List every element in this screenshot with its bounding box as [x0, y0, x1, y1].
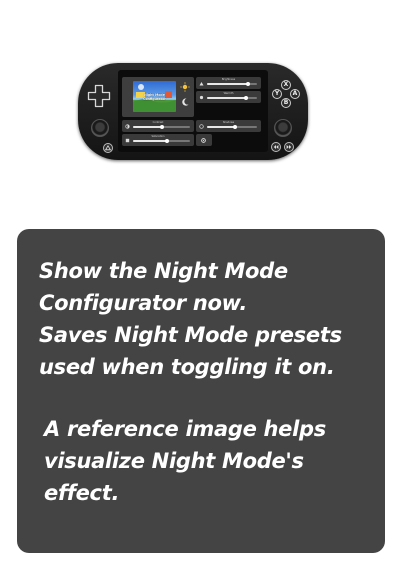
- reference-preview-image: Night Mode Configurator: [133, 81, 176, 112]
- settings-tile[interactable]: [196, 134, 212, 146]
- shadows-slider-fill: [207, 126, 235, 128]
- saturation-row[interactable]: Saturation: [122, 134, 194, 146]
- shadows-slider[interactable]: [207, 125, 257, 129]
- slider-knob[interactable]: [246, 82, 250, 86]
- brightness-icon: [199, 82, 204, 86]
- home-icon: [105, 145, 111, 151]
- y-button[interactable]: Y: [272, 89, 282, 99]
- contrast-slider[interactable]: [133, 125, 190, 129]
- preview-title: Night Mode Configurator: [143, 93, 166, 101]
- description-paragraph: Show the Night Mode Configurator now. Sa…: [39, 255, 375, 383]
- rewind-icon: [273, 145, 279, 149]
- saturation-slider-fill: [133, 140, 168, 142]
- reference-note-paragraph: A reference image helps visualize Night …: [44, 413, 374, 509]
- warmth-slider[interactable]: [207, 96, 257, 100]
- x-button[interactable]: X: [281, 80, 291, 90]
- note-line: effect.: [44, 481, 120, 505]
- slider-knob[interactable]: [232, 125, 237, 129]
- sun-icon[interactable]: [180, 82, 190, 92]
- contrast-label: Contrast: [152, 121, 164, 124]
- brightness-slider[interactable]: [207, 82, 257, 86]
- device-screen: Night Mode Configurator Brightness Warmt…: [118, 70, 268, 152]
- stage: Night Mode Configurator Brightness Warmt…: [0, 0, 400, 580]
- saturation-icon: [125, 138, 130, 143]
- right-analog-stick[interactable]: [274, 119, 292, 137]
- description-card: Show the Night Mode Configurator now. Sa…: [17, 229, 385, 553]
- shadows-label: Shadows: [222, 121, 235, 124]
- warmth-slider-fill: [207, 97, 246, 99]
- a-button[interactable]: A: [290, 89, 300, 99]
- back-button[interactable]: [271, 142, 281, 152]
- home-button[interactable]: [103, 143, 113, 153]
- description-line: Show the Night Mode: [39, 259, 288, 283]
- dpad-icon[interactable]: [87, 84, 111, 108]
- warmth-label: Warmth: [223, 92, 234, 95]
- brightness-row[interactable]: Brightness: [196, 77, 261, 89]
- note-line: visualize Night Mode's: [44, 449, 304, 473]
- gear-icon: [201, 138, 206, 143]
- warmth-icon: [199, 95, 204, 100]
- left-analog-stick[interactable]: [91, 119, 109, 137]
- slider-knob[interactable]: [165, 139, 170, 143]
- b-button[interactable]: B: [281, 98, 291, 108]
- contrast-row[interactable]: Contrast: [122, 120, 194, 132]
- brightness-slider-fill: [207, 83, 248, 85]
- forward-button[interactable]: [284, 142, 294, 152]
- note-line: A reference image helps: [44, 417, 326, 441]
- handheld-device: Night Mode Configurator Brightness Warmt…: [78, 63, 308, 160]
- warmth-row[interactable]: Warmth: [196, 91, 261, 103]
- contrast-icon: [125, 124, 130, 129]
- description-line: Saves Night Mode presets: [39, 323, 342, 347]
- contrast-slider-fill: [133, 126, 162, 128]
- slider-knob[interactable]: [244, 96, 248, 100]
- description-line: used when toggling it on.: [39, 355, 335, 379]
- brightness-label: Brightness: [221, 78, 236, 81]
- saturation-slider[interactable]: [133, 139, 190, 143]
- shadows-row[interactable]: Shadows: [196, 120, 261, 132]
- description-line: Configurator now.: [39, 291, 248, 315]
- shadows-icon: [199, 124, 204, 129]
- slider-knob[interactable]: [159, 125, 164, 129]
- fast-forward-icon: [286, 145, 292, 149]
- saturation-label: Saturation: [151, 135, 165, 138]
- moon-icon[interactable]: [180, 97, 190, 107]
